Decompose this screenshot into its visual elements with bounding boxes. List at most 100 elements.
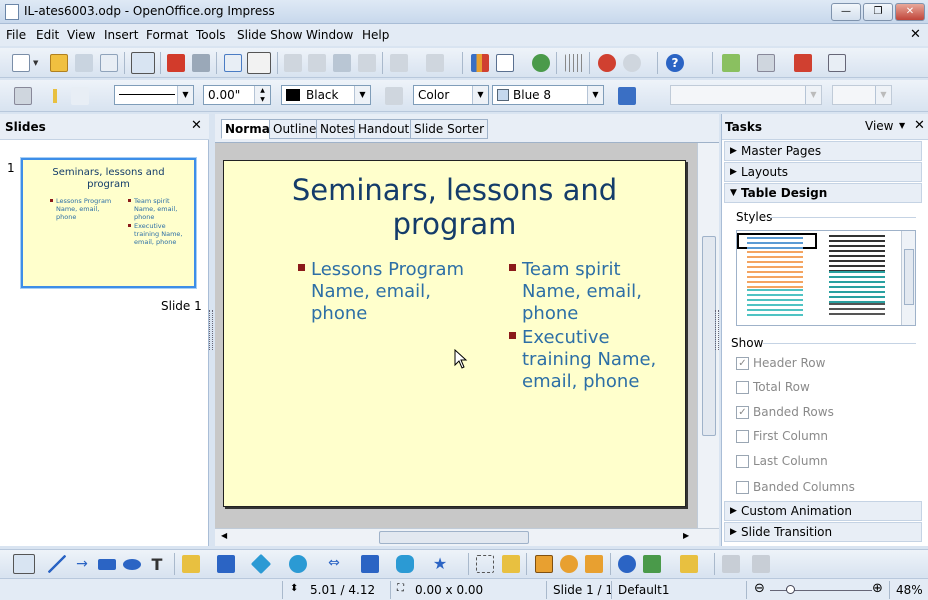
- fontwork-icon[interactable]: [535, 555, 553, 573]
- navigator-globe-icon[interactable]: [532, 54, 550, 72]
- zoom-in-icon[interactable]: ⊕: [872, 581, 883, 596]
- open-folder-icon[interactable]: [50, 54, 68, 72]
- tasks-view-menu[interactable]: View: [865, 119, 893, 133]
- navigator-icon[interactable]: [598, 54, 616, 72]
- line-style-select[interactable]: ▼: [114, 85, 194, 105]
- horizontal-scroll-thumb[interactable]: [379, 531, 529, 544]
- points-icon[interactable]: [476, 555, 494, 573]
- zoom-slider-thumb[interactable]: [786, 585, 795, 594]
- table-styles-gallery[interactable]: [736, 230, 916, 326]
- new-document-icon[interactable]: [12, 54, 30, 72]
- fill-bucket-icon[interactable]: [385, 87, 403, 105]
- section-custom-animation[interactable]: ▶ Custom Animation: [724, 501, 922, 521]
- menu-help[interactable]: Help: [362, 28, 389, 42]
- slides-panel-splitter[interactable]: [209, 310, 213, 350]
- tasks-close-icon[interactable]: ✕: [914, 118, 925, 133]
- slide-show-icon[interactable]: [828, 54, 846, 72]
- select-arrow-icon[interactable]: [13, 554, 35, 574]
- header-row-checkbox[interactable]: ✓: [736, 357, 749, 370]
- email-icon[interactable]: [100, 54, 118, 72]
- zoom-out-icon[interactable]: ⊖: [754, 581, 765, 596]
- text-tool-icon[interactable]: T: [148, 555, 166, 574]
- zoom-percent[interactable]: 48%: [896, 583, 923, 597]
- tasks-view-dropdown-icon[interactable]: ▼: [899, 121, 905, 130]
- close-window-button[interactable]: ✕: [895, 3, 925, 21]
- last-column-checkbox[interactable]: [736, 455, 749, 468]
- undo-icon[interactable]: [390, 54, 408, 72]
- spellcheck-icon[interactable]: [224, 54, 242, 72]
- save-icon[interactable]: [75, 54, 93, 72]
- area-style-icon[interactable]: [14, 87, 32, 105]
- menu-view[interactable]: View: [67, 28, 95, 42]
- total-row-checkbox[interactable]: [736, 381, 749, 394]
- new-dropdown-icon[interactable]: ▼: [33, 59, 38, 67]
- rectangle-tool-icon[interactable]: [98, 559, 116, 570]
- grid-icon[interactable]: [565, 54, 583, 72]
- new-slide-icon[interactable]: [722, 54, 740, 72]
- table-style-swatch[interactable]: [829, 235, 885, 271]
- styles-scrollbar[interactable]: [901, 231, 915, 325]
- print-icon[interactable]: [192, 54, 210, 72]
- extrusion-icon[interactable]: [722, 555, 740, 573]
- basic-shapes-icon[interactable]: [250, 553, 272, 575]
- arrange-icon[interactable]: [680, 555, 698, 573]
- glue-points-icon[interactable]: [502, 555, 520, 573]
- slides-panel-close-icon[interactable]: ✕: [191, 118, 202, 133]
- slide-canvas[interactable]: Seminars, lessons and program Lessons Pr…: [223, 160, 686, 507]
- line-width-field[interactable]: 0.00" ▲ ▼: [203, 85, 271, 105]
- gallery-icon[interactable]: [585, 555, 603, 573]
- line-arrow-tool-icon[interactable]: →: [73, 555, 91, 573]
- arrow-style-icon[interactable]: [71, 87, 89, 105]
- first-column-checkbox[interactable]: [736, 430, 749, 443]
- area-style-select[interactable]: Color ▼: [413, 85, 489, 105]
- redo-icon[interactable]: [426, 54, 444, 72]
- tab-handout[interactable]: Handout: [354, 119, 414, 139]
- block-arrows-icon[interactable]: ⇔: [325, 555, 343, 573]
- autospellcheck-icon[interactable]: [247, 52, 271, 74]
- table-style-swatch[interactable]: [747, 251, 803, 291]
- maximize-button[interactable]: ❐: [863, 3, 893, 21]
- edit-file-icon[interactable]: [131, 52, 155, 74]
- copy-icon[interactable]: [308, 54, 326, 72]
- zoom-icon[interactable]: [623, 54, 641, 72]
- menu-window[interactable]: Window: [306, 28, 353, 42]
- line-icon[interactable]: [46, 87, 64, 105]
- clone-formatting-icon[interactable]: [358, 54, 376, 72]
- scroll-left-icon[interactable]: ◀: [221, 531, 227, 540]
- section-master-pages[interactable]: ▶ Master Pages: [724, 141, 922, 161]
- menu-insert[interactable]: Insert: [104, 28, 138, 42]
- horizontal-scrollbar[interactable]: ◀ ▶: [215, 528, 719, 546]
- menu-format[interactable]: Format: [146, 28, 188, 42]
- table-style-swatch[interactable]: [829, 271, 885, 303]
- symbol-shapes-icon[interactable]: [289, 555, 307, 573]
- from-file-icon[interactable]: [560, 555, 578, 573]
- styles-scroll-thumb[interactable]: [904, 249, 914, 305]
- ellipse-tool-icon[interactable]: [123, 559, 141, 570]
- line-tool-icon[interactable]: [48, 555, 66, 573]
- line-color-select[interactable]: Black ▼: [281, 85, 371, 105]
- stars-icon[interactable]: ★: [431, 555, 449, 573]
- curve-tool-icon[interactable]: [182, 555, 200, 573]
- paste-icon[interactable]: [333, 54, 351, 72]
- slide-thumbnail[interactable]: Seminars, lessons and program Lessons Pr…: [21, 158, 196, 288]
- banded-rows-checkbox[interactable]: ✓: [736, 406, 749, 419]
- area-color-select[interactable]: Blue 8 ▼: [492, 85, 604, 105]
- table-style-swatch[interactable]: [747, 289, 803, 317]
- menu-file[interactable]: File: [6, 28, 26, 42]
- callouts-icon[interactable]: [396, 555, 414, 573]
- scroll-right-icon[interactable]: ▶: [683, 531, 689, 540]
- menu-slide-show[interactable]: Slide Show: [237, 28, 302, 42]
- menu-tools[interactable]: Tools: [196, 28, 226, 42]
- banded-columns-checkbox[interactable]: [736, 481, 749, 494]
- section-slide-transition[interactable]: ▶ Slide Transition: [724, 522, 922, 542]
- tasks-panel-splitter[interactable]: [715, 310, 719, 350]
- slide-design-icon[interactable]: [794, 54, 812, 72]
- section-layouts[interactable]: ▶ Layouts: [724, 162, 922, 182]
- flowchart-icon[interactable]: [361, 555, 379, 573]
- bullet-executive-training[interactable]: Executive training Name, email, phone: [509, 327, 662, 393]
- bullet-team-spirit[interactable]: Team spirit Name, email, phone: [509, 259, 662, 325]
- connector-tool-icon[interactable]: [217, 555, 235, 573]
- table-style-swatch[interactable]: [829, 303, 885, 315]
- bullet-lessons-program[interactable]: Lessons Program Name, email, phone: [298, 259, 481, 325]
- close-document-icon[interactable]: ✕: [910, 27, 921, 42]
